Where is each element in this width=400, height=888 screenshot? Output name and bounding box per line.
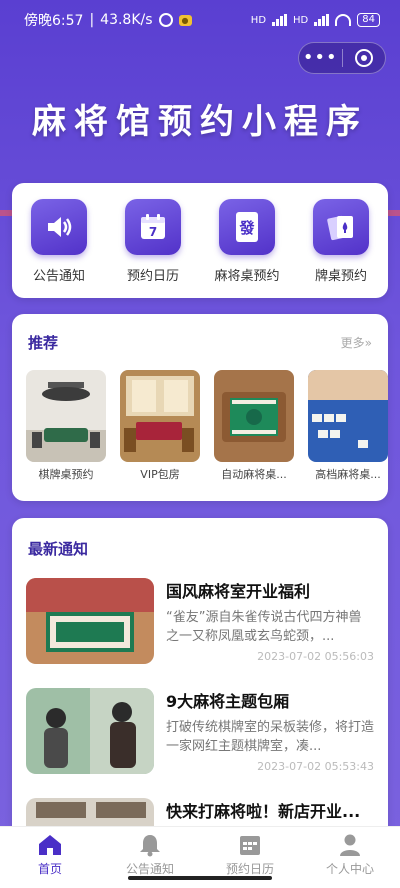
news-title: 9大麻将主题包厢 — [166, 692, 290, 711]
cards-icon — [313, 199, 369, 255]
news-item[interactable]: 国风麻将室开业福利 “雀友”源自朱雀传说古代四方神兽之一又称凤凰或玄鸟蛇颈，..… — [12, 578, 388, 664]
quick-item-card-table[interactable]: 牌桌预约 — [294, 199, 388, 298]
network-label-2: HD — [293, 14, 309, 26]
recommend-item-name: VIP包房 — [140, 468, 180, 481]
news-description: “雀友”源自朱雀传说古代四方神兽之一又称凤凰或玄鸟蛇颈，... — [166, 610, 362, 644]
tab-label: 首页 — [37, 862, 62, 876]
news-photo — [26, 688, 154, 774]
quick-label: 麻将桌预约 — [214, 269, 280, 284]
calendar-icon — [240, 836, 260, 855]
more-link[interactable]: 更多» — [341, 334, 372, 351]
tab-label: 公告通知 — [125, 862, 174, 876]
news-photo — [26, 578, 154, 664]
news-timestamp: 2023-07-02 05:53:43 — [257, 760, 374, 773]
quick-item-mahjong-table[interactable]: 發 麻将桌预约 — [200, 199, 294, 298]
miniprogram-capsule: ••• — [298, 42, 386, 74]
status-time: 傍晚6:57 — [24, 13, 84, 29]
recommend-item[interactable]: 自动麻将桌... — [214, 370, 294, 490]
quick-label: 预约日历 — [126, 269, 179, 284]
room-photo — [26, 370, 106, 462]
tab-label: 个人中心 — [325, 862, 374, 876]
quick-label: 牌桌预约 — [314, 269, 367, 284]
signal-icon-2 — [314, 14, 330, 26]
status-bar: 傍晚6:57 | 43.8K/s ● HD HD 84 — [0, 0, 400, 40]
battery-icon: 84 — [357, 13, 380, 27]
recommend-item[interactable]: VIP包房 — [120, 370, 200, 490]
news-timestamp: 2023-07-02 05:56:03 — [257, 650, 374, 663]
recommend-item[interactable]: 棋牌桌预约 — [26, 370, 106, 490]
recommend-item-name: 棋牌桌预约 — [38, 468, 94, 481]
tab-label: 预约日历 — [225, 862, 274, 876]
signal-icon — [272, 14, 288, 26]
news-description: 打破传统棋牌室的呆板装修，将打造一家网红主题棋牌室，凑... — [166, 720, 374, 754]
more-menu-button[interactable]: ••• — [299, 43, 342, 73]
news-title: 快来打麻将啦！新店开业... — [166, 802, 361, 821]
status-speed: 43.8K/s — [100, 12, 153, 28]
bell-icon — [140, 835, 160, 857]
hero-title: 麻将馆预约小程序 — [32, 102, 368, 142]
news-item[interactable]: 9大麻将主题包厢 打破传统棋牌室的呆板装修，将打造一家网红主题棋牌室，凑... … — [12, 688, 388, 774]
tab-home[interactable]: 首页 — [0, 827, 100, 888]
news-title: 国风麻将室开业福利 — [166, 582, 311, 601]
wifi-icon — [335, 14, 352, 26]
mahjong-tile-icon: 發 — [219, 199, 275, 255]
recommend-item-name: 高档麻将桌... — [315, 468, 381, 481]
room-photo — [214, 370, 294, 462]
network-label-1: HD — [250, 14, 267, 26]
section-title: 推荐 — [28, 333, 59, 352]
room-photo — [120, 370, 200, 462]
quick-label: 公告通知 — [32, 269, 85, 284]
recommend-card: 推荐 更多» 棋牌桌预约 VIP包房 自动麻将桌... 高档麻将桌... — [12, 314, 388, 501]
recommend-item-name: 自动麻将桌... — [221, 468, 287, 481]
user-icon — [340, 834, 360, 856]
room-photo — [308, 370, 388, 462]
quick-actions-card: 公告通知 7 预约日历 發 麻将桌预约 牌桌预约 — [12, 183, 388, 298]
recommend-item[interactable]: 高档麻将桌... — [308, 370, 388, 490]
speaker-icon — [31, 199, 87, 255]
tab-profile[interactable]: 个人中心 — [300, 827, 400, 888]
quick-item-calendar[interactable]: 7 预约日历 — [106, 199, 200, 298]
calendar-icon: 7 — [125, 199, 181, 255]
close-miniprogram-button[interactable] — [343, 49, 386, 67]
alarm-icon — [158, 13, 173, 27]
quick-item-announcements[interactable]: 公告通知 — [12, 199, 106, 298]
target-icon — [354, 49, 373, 67]
home-icon — [39, 835, 61, 855]
news-card: 最新通知 国风麻将室开业福利 “雀友”源自朱雀传说古代四方神兽之一又称凤凰或玄鸟… — [12, 518, 388, 838]
home-indicator — [128, 876, 272, 880]
notification-badge-icon: ● — [178, 14, 192, 26]
svg-text:7: 7 — [149, 225, 157, 239]
section-title: 最新通知 — [28, 539, 89, 558]
svg-text:發: 發 — [238, 219, 255, 237]
